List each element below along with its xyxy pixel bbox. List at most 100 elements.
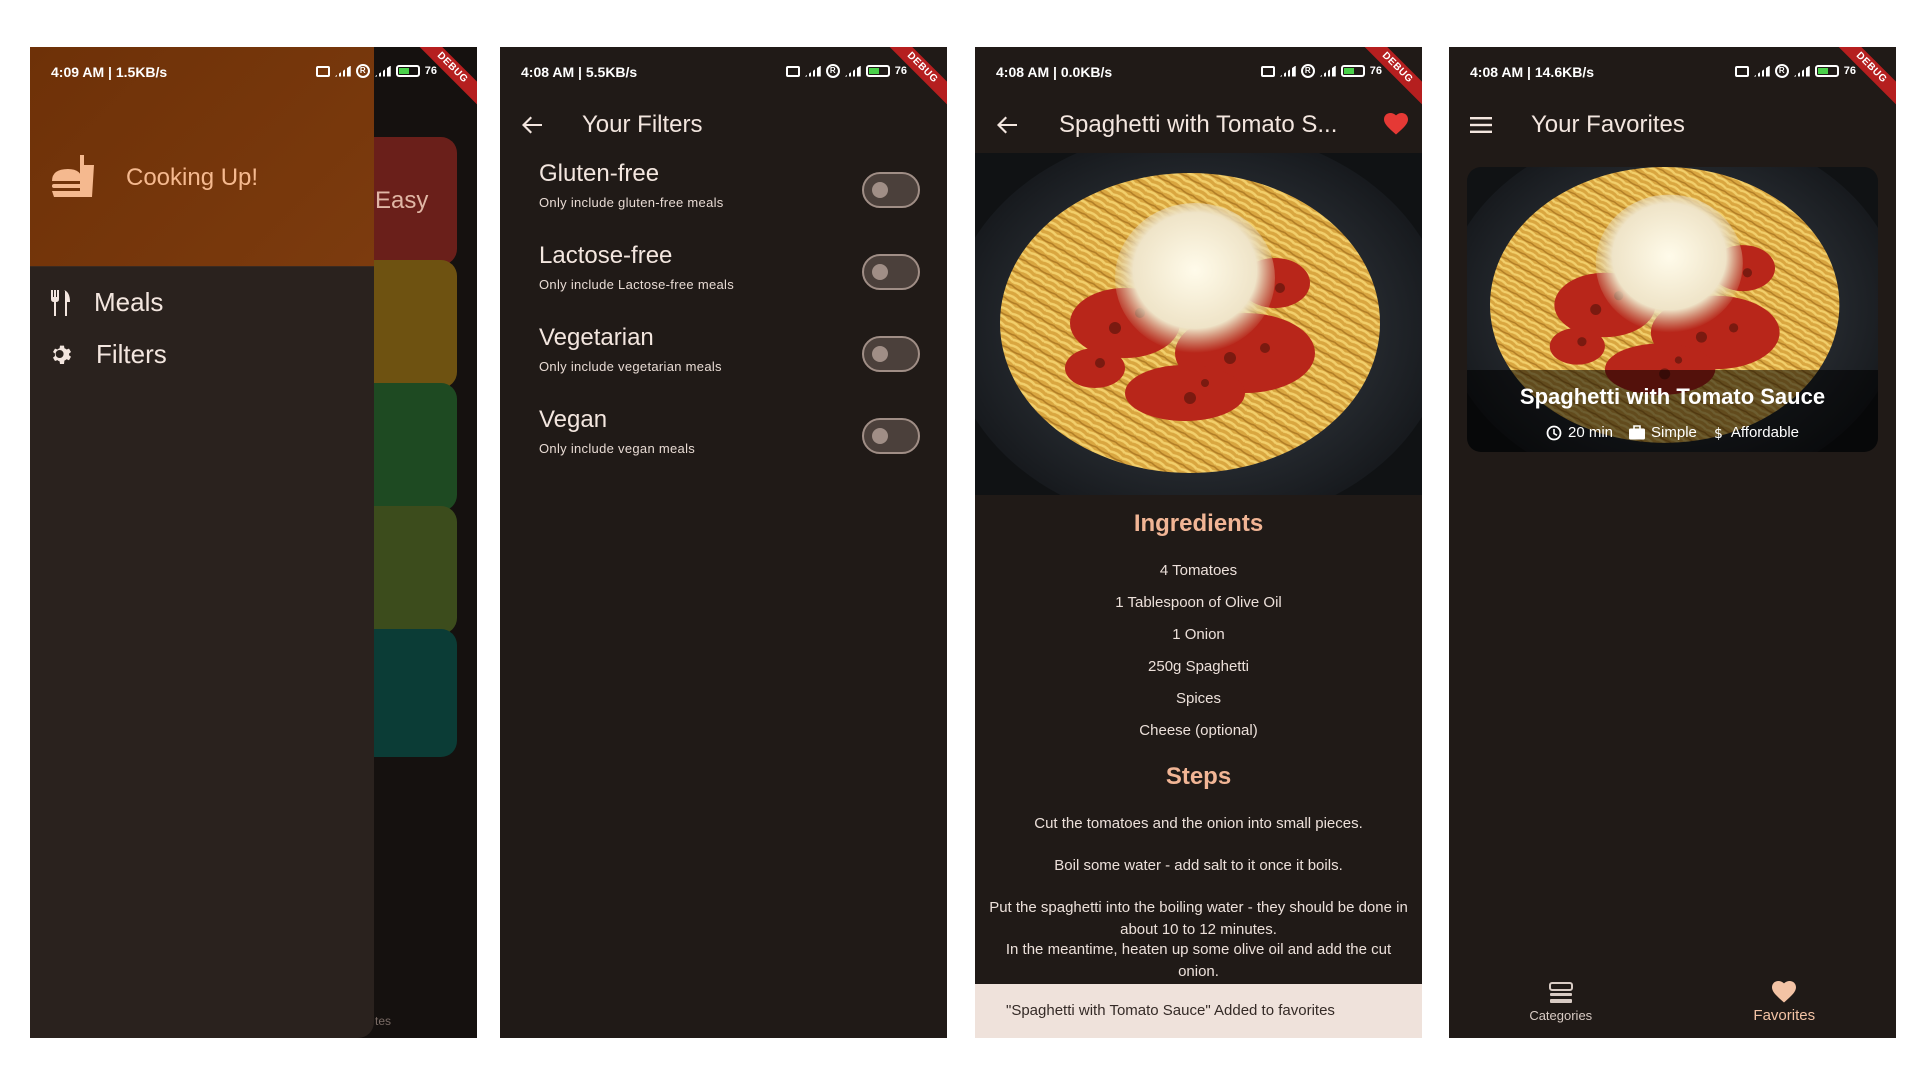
vegan-switch[interactable] <box>862 418 920 454</box>
app-bar: Your Filters <box>500 97 947 153</box>
restaurant-icon <box>50 289 72 316</box>
clock-icon <box>1546 425 1562 441</box>
drawer-item-meals[interactable]: Meals <box>50 287 163 318</box>
hd-icon <box>315 65 330 77</box>
status-bar: 4:08 AM | 0.0KB/s R 76 <box>975 47 1422 97</box>
phone-filters-screen: 4:08 AM | 5.5KB/s R 76 DEBUG Your Filter… <box>500 47 947 1038</box>
signal-icon <box>334 65 351 77</box>
drawer-title: Cooking Up! <box>126 164 259 191</box>
step-item: Put the spaghetti into the boiling water… <box>989 899 1408 938</box>
step-item: In the meantime, heaten up some olive oi… <box>1005 941 1392 980</box>
status-text: 4:08 AM | 14.6KB/s <box>1470 64 1595 80</box>
back-button[interactable] <box>500 97 564 153</box>
signal-icon <box>1279 65 1296 77</box>
ingredient-item: Cheese (optional) <box>1139 722 1258 739</box>
menu-button[interactable] <box>1449 97 1513 153</box>
roaming-icon: R <box>1300 64 1315 78</box>
step-item: Boil some water - add salt to it once it… <box>1054 857 1343 874</box>
filter-subtitle: Only include gluten-free meals <box>539 195 724 210</box>
fastfood-icon <box>50 151 102 203</box>
steps-list: Cut the tomatoes and the onion into smal… <box>985 813 1412 981</box>
meal-card-meta: 20 min Simple $ Affordable <box>1467 424 1878 441</box>
signal-icon <box>374 65 391 77</box>
vegetarian-switch[interactable] <box>862 336 920 372</box>
nav-favorites[interactable]: Favorites <box>1673 966 1897 1038</box>
filter-title: Lactose-free <box>539 242 673 269</box>
status-text: 4:09 AM | 1.5KB/s <box>51 64 168 80</box>
battery-level: 76 <box>424 65 437 77</box>
ingredient-item: 4 Tomatoes <box>1159 562 1238 579</box>
status-icons: R 76 <box>1260 64 1382 78</box>
filter-vegetarian[interactable]: Vegetarian Only include vegetarian meals <box>539 324 920 394</box>
meal-duration-text: 20 min <box>1568 424 1614 441</box>
snackbar: "Spaghetti with Tomato Sauce" Added to f… <box>975 984 1422 1038</box>
battery-icon <box>395 65 420 77</box>
ingredient-item: 1 Onion <box>1172 626 1225 643</box>
status-bar: 4:09 AM | 1.5KB/s R 76 <box>30 47 477 97</box>
filter-vegan[interactable]: Vegan Only include vegan meals <box>539 406 920 476</box>
drawer-item-label: Filters <box>96 339 167 369</box>
phone-meal-detail-screen: 4:08 AM | 0.0KB/s R 76 DEBUG Spaghetti w… <box>975 47 1422 1038</box>
battery-level: 76 <box>894 65 907 77</box>
status-icons: R 76 <box>785 64 907 78</box>
bottom-tab-label: tes <box>375 1014 392 1028</box>
filter-title: Vegan <box>539 406 608 433</box>
arrow-back-icon <box>996 114 1018 136</box>
page-title: Your Filters <box>582 111 703 138</box>
work-icon <box>1629 425 1646 440</box>
filter-gluten-free[interactable]: Gluten-free Only include gluten-free mea… <box>539 160 920 230</box>
meal-card-overlay: Spaghetti with Tomato Sauce 20 min Simpl… <box>1467 370 1878 452</box>
status-icons: R 76 <box>1734 64 1856 78</box>
meal-affordability: $ Affordable <box>1713 424 1799 441</box>
filter-subtitle: Only include Lactose-free meals <box>539 277 735 292</box>
heart-icon <box>1772 980 1797 1003</box>
ingredient-item: Spices <box>1175 690 1222 707</box>
nav-label: Categories <box>1529 1007 1593 1023</box>
step-item: Cut the tomatoes and the onion into smal… <box>1034 815 1363 832</box>
battery-icon <box>1340 65 1365 77</box>
ingredients-list: 4 Tomatoes 1 Tablespoon of Olive Oil 1 O… <box>985 555 1412 747</box>
hd-icon <box>785 65 800 77</box>
lactose-free-switch[interactable] <box>862 254 920 290</box>
status-bar: 4:08 AM | 14.6KB/s R 76 <box>1449 47 1896 97</box>
filter-subtitle: Only include vegetarian meals <box>539 359 722 374</box>
signal-icon <box>1319 65 1336 77</box>
bottom-navigation: Categories Favorites <box>1449 966 1896 1038</box>
phone-drawer-screen: Easy tes Cooking Up! Meals Filters 4:09 … <box>30 47 477 1038</box>
app-bar: Spaghetti with Tomato S... <box>975 97 1422 153</box>
signal-icon <box>844 65 861 77</box>
meal-card-title: Spaghetti with Tomato Sauce <box>1519 384 1826 409</box>
meal-affordability-text: Affordable <box>1730 424 1799 441</box>
roaming-icon: R <box>825 64 840 78</box>
battery-icon <box>865 65 890 77</box>
drawer-item-label: Meals <box>94 287 164 317</box>
roaming-icon: R <box>1774 64 1789 78</box>
hd-icon <box>1734 65 1749 77</box>
heart-icon <box>1384 113 1408 135</box>
filter-subtitle: Only include vegan meals <box>539 441 696 456</box>
navigation-drawer: Cooking Up! Meals Filters <box>30 47 374 1038</box>
drawer-item-filters[interactable]: Filters <box>50 339 167 370</box>
status-text: 4:08 AM | 5.5KB/s <box>521 64 638 80</box>
ingredient-item: 250g Spaghetti <box>1148 658 1249 675</box>
back-button[interactable] <box>975 97 1039 153</box>
page-title: Your Favorites <box>1531 111 1685 138</box>
favorite-button[interactable] <box>1384 113 1408 135</box>
nav-categories[interactable]: Categories <box>1449 966 1673 1038</box>
signal-icon <box>1793 65 1810 77</box>
meal-image <box>975 153 1422 495</box>
filter-lactose-free[interactable]: Lactose-free Only include Lactose-free m… <box>539 242 920 312</box>
status-text: 4:08 AM | 0.0KB/s <box>996 64 1113 80</box>
category-card-label: Easy <box>375 187 429 214</box>
meal-complexity-text: Simple <box>1651 424 1697 441</box>
meal-complexity: Simple <box>1629 424 1697 441</box>
meal-card[interactable]: Spaghetti with Tomato Sauce 20 min Simpl… <box>1467 167 1878 452</box>
gluten-free-switch[interactable] <box>862 172 920 208</box>
status-bar: 4:08 AM | 5.5KB/s R 76 <box>500 47 947 97</box>
app-bar: Your Favorites <box>1449 97 1896 153</box>
steps-heading: Steps <box>1165 763 1232 790</box>
phone-favorites-screen: 4:08 AM | 14.6KB/s R 76 DEBUG Your Favor… <box>1449 47 1896 1038</box>
ingredient-item: 1 Tablespoon of Olive Oil <box>1115 594 1282 611</box>
dollar-icon: $ <box>1713 425 1725 441</box>
gear-icon <box>50 343 74 367</box>
